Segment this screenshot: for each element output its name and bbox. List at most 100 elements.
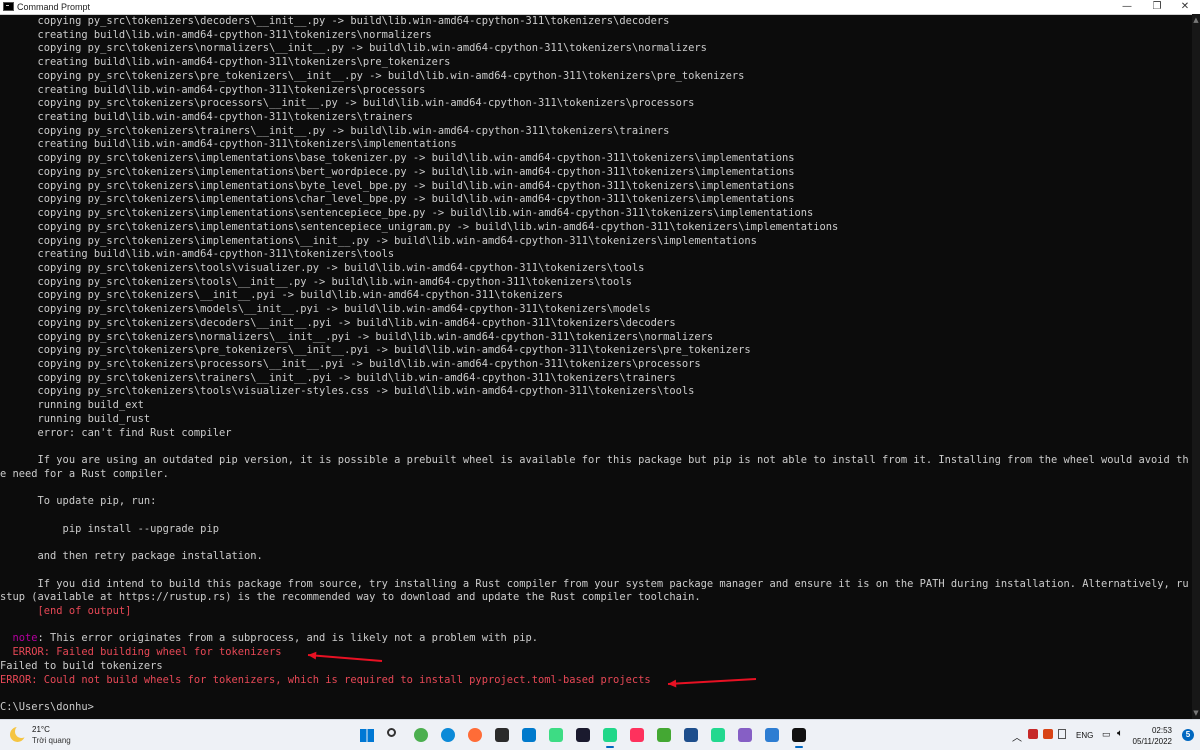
chrome-icon[interactable] (411, 725, 431, 745)
console-line: copying py_src\tokenizers\implementation… (0, 207, 814, 220)
console-line: creating build\lib.win-amd64-cpython-311… (0, 111, 413, 124)
console-line: copying py_src\tokenizers\implementation… (0, 193, 795, 206)
clock-time: 02:53 (1151, 726, 1172, 735)
anaconda-icon-glyph (657, 728, 671, 742)
scroll-up-icon[interactable]: ▲ (1192, 14, 1200, 26)
clock[interactable]: 02:53 05/11/2022 (1112, 725, 1172, 747)
console-line: creating build\lib.win-amd64-cpython-311… (0, 83, 426, 96)
console-line: copying py_src\tokenizers\implementation… (0, 152, 795, 165)
show-hidden-icons-icon[interactable]: ︿ (1012, 729, 1022, 744)
cmd-icon-glyph (792, 728, 806, 742)
console-line: copying py_src\tokenizers\trainers\__ini… (0, 124, 670, 137)
clock-date: 05/11/2022 (1132, 737, 1172, 746)
terminal-icon[interactable] (492, 725, 512, 745)
console-line: [end of output] (0, 604, 132, 617)
minimize-button[interactable]: — (1112, 0, 1142, 14)
console-line: and then retry package installation. (0, 550, 263, 563)
console-line: copying py_src\tokenizers\pre_tokenizers… (0, 69, 745, 82)
intellij-icon[interactable] (627, 725, 647, 745)
console-line: copying py_src\tokenizers\__init__.pyi -… (0, 289, 564, 302)
title-bar[interactable]: Command Prompt — ❐ ✕ (0, 0, 1200, 15)
console-line: copying py_src\tokenizers\processors\__i… (0, 358, 701, 370)
datagrip-icon[interactable] (708, 725, 728, 745)
close-button[interactable]: ✕ (1170, 0, 1200, 14)
console-line: running build_rust (0, 412, 151, 425)
console-line: copying py_src\tokenizers\tools\visualiz… (0, 261, 645, 274)
console-line: copying py_src\tokenizers\pre_tokenizers… (0, 344, 751, 357)
notepad-icon-glyph (765, 728, 779, 742)
note-text: : This error originates from a subproces… (37, 632, 539, 645)
console-line: C:\Users\donhu> (0, 701, 94, 713)
console-line: copying py_src\tokenizers\trainers\__ini… (0, 371, 676, 384)
scroll-down-icon[interactable]: ▼ (1192, 707, 1200, 719)
language-indicator[interactable]: ENG (1076, 731, 1093, 740)
cmd-icon[interactable] (789, 725, 809, 748)
start-icon[interactable] (357, 725, 377, 745)
taskbar: 21°C Trời quang ︿ ENG ▭ 🔈︎ 02:53 05/11/2… (0, 719, 1200, 750)
intellij-icon-glyph (630, 728, 644, 742)
console-output[interactable]: copying py_src\tokenizers\decoders\__ini… (0, 14, 1192, 719)
console-line: running build_ext (0, 399, 144, 412)
cmd-app-icon (3, 2, 14, 11)
tray-app-icon-3[interactable] (1058, 729, 1066, 739)
postman-icon-glyph (468, 728, 482, 742)
console-line: ERROR: Could not build wheels for tokeni… (0, 673, 651, 686)
maximize-button[interactable]: ❐ (1142, 0, 1172, 14)
note-label: note (0, 632, 38, 645)
console-line: Failed to build tokenizers (0, 659, 163, 672)
console-line: creating build\lib.win-amd64-cpython-311… (0, 138, 457, 151)
android-icon[interactable] (546, 725, 566, 745)
notepad-icon[interactable] (762, 725, 782, 745)
console-line: copying py_src\tokenizers\models\__init_… (0, 303, 651, 316)
git-icon-glyph (684, 728, 698, 742)
notification-badge[interactable]: 5 (1182, 729, 1194, 741)
console-line: creating build\lib.win-amd64-cpython-311… (0, 28, 432, 41)
console-line: error: can't find Rust compiler (0, 426, 232, 439)
console-line: copying py_src\tokenizers\implementation… (0, 220, 839, 233)
console-line: If you are using an outdated pip version… (0, 454, 1189, 467)
weather-condition: Trời quang (32, 736, 71, 745)
console-line: copying py_src\tokenizers\implementation… (0, 165, 795, 178)
moon-icon (10, 725, 28, 742)
webstorm-icon-glyph (576, 728, 590, 742)
terminal-icon-glyph (495, 728, 509, 742)
console-line: copying py_src\tokenizers\implementation… (0, 234, 757, 247)
console-line: creating build\lib.win-amd64-cpython-311… (0, 56, 451, 69)
git-icon[interactable] (681, 725, 701, 745)
console-line: copying py_src\tokenizers\tools\visualiz… (0, 385, 695, 398)
network-icon[interactable]: ▭ (1102, 729, 1111, 740)
console-line: note: This error originates from a subpr… (0, 631, 539, 645)
weather-widget[interactable]: 21°C Trời quang (6, 724, 86, 748)
console-line: To update pip, run: (0, 495, 157, 508)
android-icon-glyph (549, 728, 563, 742)
postman-icon[interactable] (465, 725, 485, 745)
console-line: copying py_src\tokenizers\processors\__i… (0, 97, 695, 110)
anaconda-icon[interactable] (654, 725, 674, 745)
console-line: copying py_src\tokenizers\normalizers\__… (0, 42, 707, 55)
console-line: copying py_src\tokenizers\normalizers\__… (0, 330, 714, 343)
search-icon[interactable] (384, 725, 404, 745)
pycharm-icon[interactable] (600, 725, 620, 748)
console-line: pip install --upgrade pip (0, 522, 219, 535)
search-icon-glyph (387, 728, 396, 737)
pycharm-icon-glyph (603, 728, 617, 742)
tray-app-icon[interactable] (1028, 729, 1038, 739)
chrome-icon-glyph (414, 728, 428, 742)
window-title: Command Prompt (17, 2, 91, 12)
console-line: stup (available at https://rustup.rs) is… (0, 591, 701, 604)
weather-temp: 21°C (32, 725, 50, 734)
console-line: e need for a Rust compiler. (0, 467, 169, 480)
console-line: copying py_src\tokenizers\decoders\__ini… (0, 15, 670, 27)
edge-icon[interactable] (438, 725, 458, 745)
webstorm-icon[interactable] (573, 725, 593, 745)
datagrip-icon-glyph (711, 728, 725, 742)
console-line: copying py_src\tokenizers\decoders\__ini… (0, 316, 676, 329)
edge-icon-glyph (441, 728, 455, 742)
visualstudio-icon-glyph (738, 728, 752, 742)
start-icon-glyph (360, 728, 374, 742)
console-line: copying py_src\tokenizers\tools\__init__… (0, 275, 632, 288)
vscode-icon[interactable] (519, 725, 539, 745)
vertical-scrollbar[interactable]: ▲ ▼ (1192, 14, 1200, 719)
tray-app-icon-2[interactable] (1043, 729, 1053, 739)
visualstudio-icon[interactable] (735, 725, 755, 745)
